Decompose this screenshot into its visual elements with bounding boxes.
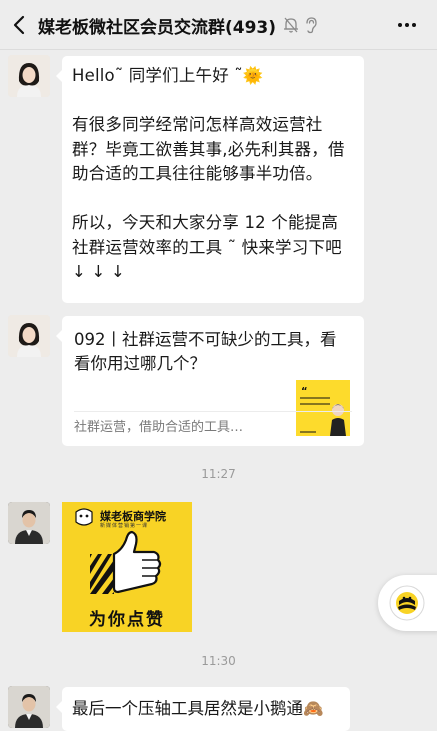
chevron-left-icon[interactable] bbox=[10, 13, 30, 37]
man-avatar-icon bbox=[8, 686, 50, 728]
sticker-message[interactable]: 媒老板商学院 新媒体营销第一课 为你点赞 bbox=[62, 502, 192, 632]
chat-title: 媒老板微社区会员交流群(493) bbox=[38, 18, 277, 38]
message-line: 所以，今天和大家分享 12 个能提高 bbox=[72, 213, 339, 232]
more-dots-icon[interactable] bbox=[396, 16, 418, 34]
woman-avatar-icon bbox=[8, 55, 50, 97]
message-line: ↓ ↓ ↓ bbox=[72, 262, 125, 281]
card-title: 092丨社群运营不可缺少的工具，看看你用过哪几个？ bbox=[74, 330, 337, 373]
bee-icon bbox=[389, 585, 425, 621]
chat-header: 媒老板微社区会员交流群(493) bbox=[0, 0, 437, 50]
man-avatar-icon bbox=[8, 502, 50, 544]
text-message[interactable]: 最后一个压轴工具居然是小鹅通🙈 bbox=[56, 687, 350, 731]
message-line: Hello˜ 同学们上午好 ˜🌞 bbox=[72, 66, 264, 85]
avatar[interactable] bbox=[8, 686, 50, 728]
message-line: 社群运营效率的工具 ˜ 快来学习下吧 bbox=[72, 237, 342, 257]
bell-off-icon bbox=[284, 17, 298, 33]
floating-action-button[interactable] bbox=[378, 575, 437, 631]
sticker-text: 为你点赞 bbox=[89, 610, 165, 630]
message-line: 助合适的工具往往能够事半功倍。 bbox=[72, 164, 323, 183]
avatar[interactable] bbox=[8, 502, 50, 544]
avatar[interactable] bbox=[8, 315, 50, 357]
timestamp: 11:27 bbox=[201, 467, 236, 481]
woman-avatar-icon bbox=[8, 315, 50, 357]
timestamp: 11:30 bbox=[201, 654, 236, 668]
message-line: 群？毕竟工欲善其事,必先利其器，借 bbox=[72, 139, 345, 159]
card-description: 社群运营，借助合适的工具… bbox=[74, 420, 244, 435]
message-line: 最后一个压轴工具居然是小鹅通🙈 bbox=[72, 699, 324, 718]
text-message[interactable]: Hello˜ 同学们上午好 ˜🌞 有很多同学经常问怎样高效运营社 群？毕竟工欲善… bbox=[56, 56, 364, 303]
avatar[interactable] bbox=[8, 55, 50, 97]
message-line: 有很多同学经常问怎样高效运营社 bbox=[72, 115, 323, 134]
svg-text:“: “ bbox=[301, 386, 308, 397]
sticker-subtitle: 新媒体营销第一课 bbox=[100, 523, 149, 529]
card-thumbnail: “ bbox=[296, 380, 350, 436]
article-thumbnail-icon: “ bbox=[296, 380, 350, 436]
divider bbox=[74, 411, 352, 412]
ear-icon bbox=[306, 17, 317, 34]
